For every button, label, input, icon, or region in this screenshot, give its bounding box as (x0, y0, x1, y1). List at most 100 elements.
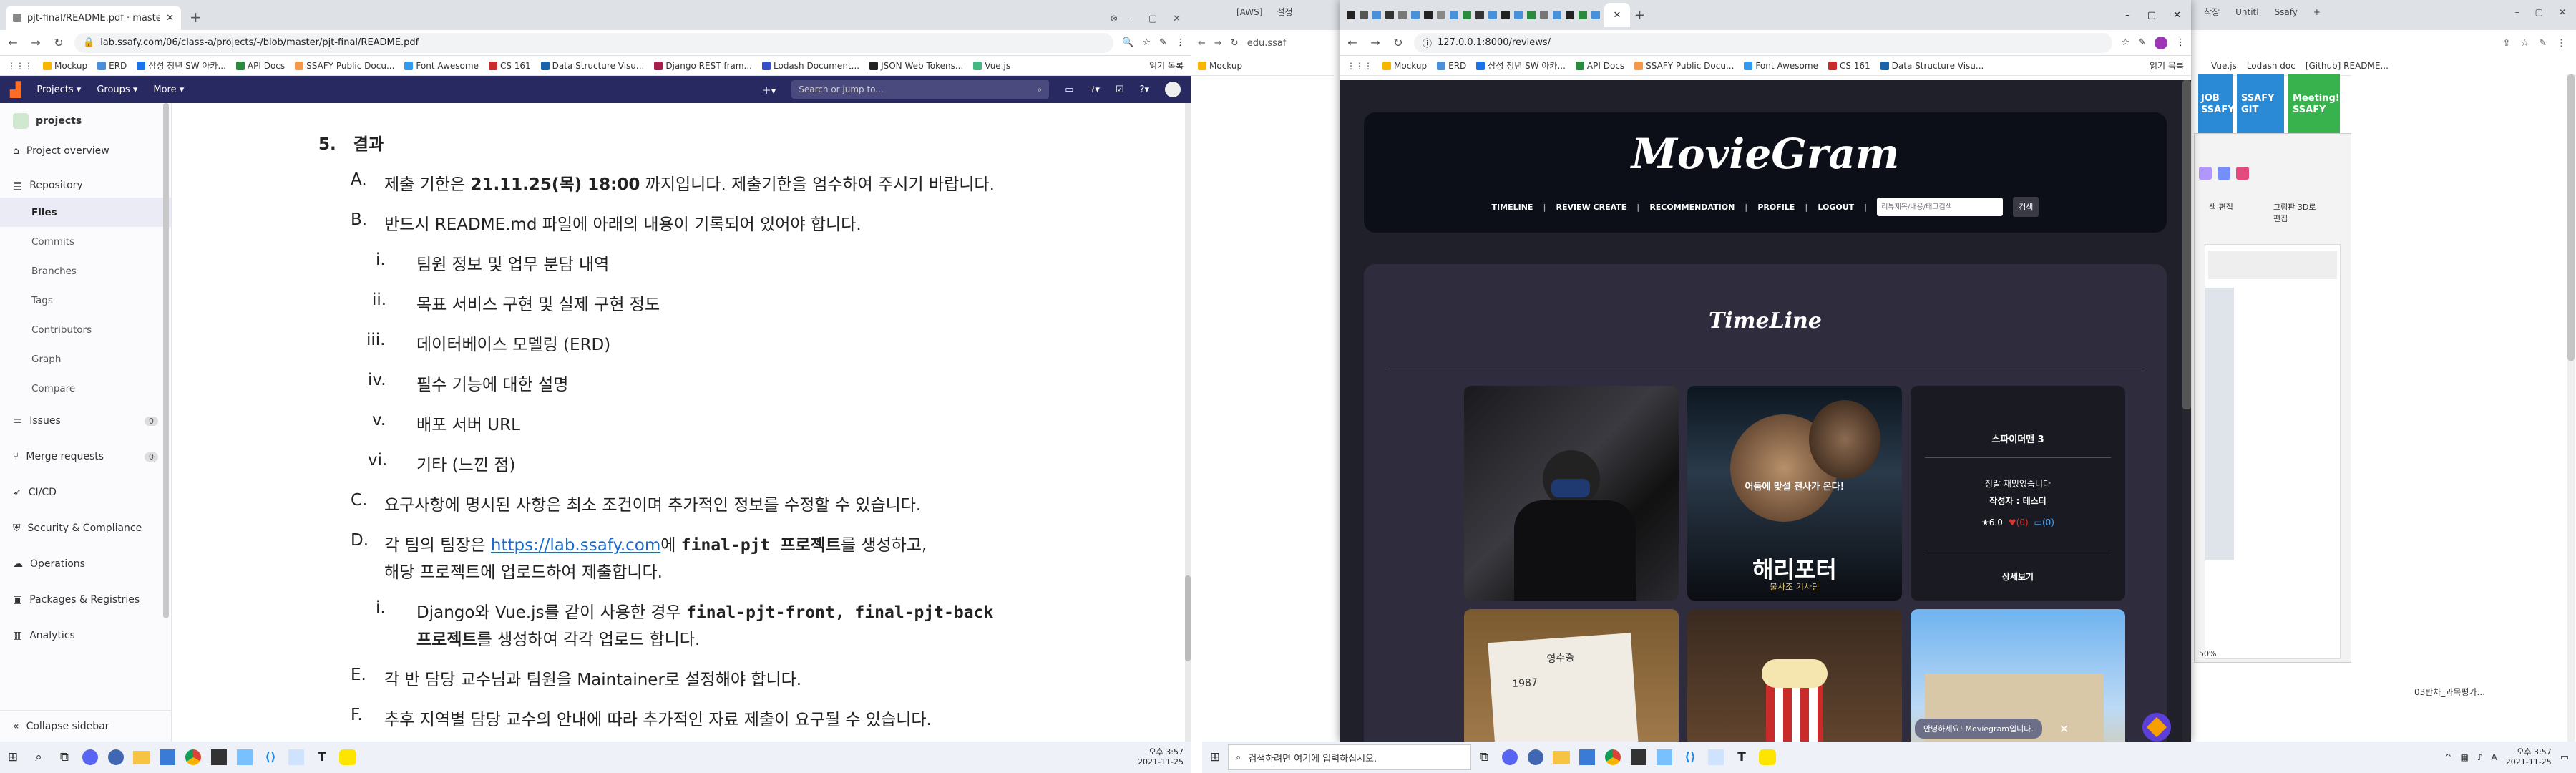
close-window-icon[interactable]: ✕ (1173, 14, 1181, 24)
new-tab-button[interactable]: + (1634, 8, 1645, 23)
reading-list[interactable]: 읽기 목록 (2150, 59, 2184, 72)
kakaotalk-icon[interactable] (335, 744, 361, 770)
search-icon[interactable]: ⌕ (26, 744, 52, 770)
color-swatch[interactable] (2218, 167, 2230, 180)
back-address[interactable]: edu.ssaf (1247, 38, 1287, 49)
project-header[interactable]: projects (0, 103, 171, 139)
address-bar[interactable]: 🔒 lab.ssafy.com/06/class-a/projects/-/bl… (74, 32, 1114, 53)
tab-favicon[interactable] (1437, 11, 1445, 19)
chrome-icon[interactable] (180, 744, 206, 770)
typora-icon[interactable]: T (1729, 744, 1755, 770)
tab-favicon[interactable] (1566, 11, 1574, 19)
profile-icon[interactable] (2155, 36, 2167, 49)
windows-start-icon[interactable]: ⊞ (1202, 744, 1228, 770)
nav-timeline[interactable]: TIMELINE (1492, 203, 1533, 212)
folder-icon[interactable] (1548, 744, 1574, 770)
extensions-icon[interactable]: ✎ (1159, 37, 1167, 48)
sidebar-scrollbar[interactable] (163, 103, 169, 618)
sidebar-item-merge-requests[interactable]: ⑂ Merge requests 0 (0, 439, 171, 475)
notification-icon[interactable]: ▭ (2560, 752, 2569, 763)
nav-projects[interactable]: Projects ▾ (36, 84, 81, 95)
review-card-photo[interactable] (1464, 386, 1679, 601)
bookmark-item[interactable]: Font Awesome (404, 61, 479, 71)
bookmark-item[interactable]: Mockup (43, 61, 87, 71)
apps-icon[interactable]: ⋮⋮⋮ (7, 61, 33, 71)
photo-icon[interactable] (1574, 744, 1600, 770)
bookmark-item[interactable]: ERD (97, 61, 127, 71)
tab-favicon[interactable] (1385, 11, 1394, 19)
gitlab-logo-icon[interactable]: ▟ (10, 81, 21, 98)
sidebar-subitem-graph[interactable]: Graph (0, 344, 171, 374)
typora-icon[interactable]: T (309, 744, 335, 770)
back-tab[interactable]: [AWS] (1236, 7, 1262, 17)
tab[interactable]: Untitl (2235, 7, 2258, 17)
chat-widget-icon[interactable] (2142, 713, 2171, 742)
reload-icon[interactable]: ↻ (1391, 36, 1405, 49)
sidebar-item-issues[interactable]: ▭ Issues 0 (0, 403, 171, 439)
bookmark-item[interactable]: Mockup (1382, 61, 1427, 71)
zoom-icon[interactable]: 🔍 (1122, 37, 1133, 48)
share-icon[interactable]: ⇪ (2503, 38, 2511, 49)
back-icon[interactable]: ← (6, 36, 20, 49)
reading-list[interactable]: 읽기 목록 (1149, 59, 1184, 72)
network-icon[interactable]: ▦ (2461, 752, 2469, 762)
bookmark-star-icon[interactable]: ☆ (2121, 37, 2129, 48)
extensions-icon[interactable]: ✎ (2539, 38, 2547, 49)
maximize-icon[interactable]: ▢ (1148, 14, 1157, 24)
avatar[interactable] (1165, 82, 1181, 97)
tab[interactable]: Ssafy (2275, 7, 2298, 17)
chrome-icon[interactable] (1600, 744, 1626, 770)
bookmark-item[interactable]: Data Structure Visu... (540, 61, 644, 71)
brand-logo[interactable]: MovieGram (1364, 130, 2167, 178)
close-window-icon[interactable]: ✕ (2173, 10, 2181, 21)
folder-icon[interactable] (129, 744, 155, 770)
forward-icon[interactable]: → (1214, 38, 1222, 49)
detail-button[interactable]: 상세보기 (1911, 570, 2125, 583)
extensions-icon[interactable]: ✎ (2138, 37, 2146, 48)
nav-profile[interactable]: PROFILE (1757, 203, 1795, 212)
tab-favicon[interactable] (1398, 11, 1407, 19)
tab-favicon[interactable] (1514, 11, 1523, 19)
sidebar-item-repository[interactable]: ▤ Repository (0, 173, 171, 198)
ime-icon[interactable]: A (2492, 752, 2497, 762)
bookmark-item[interactable]: Mockup (1198, 61, 1242, 71)
tab-favicon[interactable] (1411, 11, 1420, 19)
back-tab[interactable]: 설정 (1277, 6, 1292, 18)
bookmark-item[interactable]: Vue.js (973, 61, 1010, 71)
tab-search-icon[interactable]: ⊗ (1110, 14, 1118, 30)
taskbar-search-box[interactable]: ⌕ 검색하려면 여기에 입력하십시오. (1228, 744, 1471, 770)
todo-icon[interactable]: ☑ (1116, 84, 1124, 95)
likes[interactable]: ♥(0) (2009, 517, 2029, 528)
maximize-icon[interactable]: ▢ (2147, 10, 2156, 21)
gitlab-search-input[interactable]: Search or jump to... ⌕ (791, 80, 1050, 99)
discord-icon[interactable] (77, 744, 103, 770)
minimize-icon[interactable]: – (2515, 7, 2519, 17)
sidebar-item-project-overview[interactable]: ⌂ Project overview (0, 139, 171, 163)
nav-recommendation[interactable]: RECOMMENDATION (1649, 203, 1735, 212)
paint-3d-edit[interactable]: 그림판 3D로 편집 (2273, 201, 2316, 224)
new-tab-button[interactable]: + (2313, 7, 2321, 17)
forward-icon[interactable]: → (29, 36, 43, 49)
sidebar-item-packages[interactable]: ▣ Packages & Registries (0, 582, 171, 618)
bookmark-item[interactable]: CS 161 (488, 61, 531, 71)
color-swatch[interactable] (2236, 167, 2249, 180)
sidebar-subitem-branches[interactable]: Branches (0, 256, 171, 286)
sidebar-subitem-files[interactable]: Files (0, 198, 171, 227)
back-icon[interactable]: ← (1198, 38, 1206, 49)
volume-icon[interactable]: ♪ (2477, 752, 2483, 762)
terminal-icon[interactable] (1626, 744, 1652, 770)
tab-favicon[interactable] (1360, 11, 1368, 19)
bookmark-item[interactable]: Data Structure Visu... (1880, 61, 1984, 71)
sidebar-subitem-compare[interactable]: Compare (0, 374, 171, 403)
bookmark-star-icon[interactable]: ☆ (1142, 37, 1151, 48)
minimize-icon[interactable]: – (2125, 10, 2130, 21)
tab-favicon[interactable] (1488, 11, 1497, 19)
menu-icon[interactable]: ⋮ (2557, 38, 2566, 49)
maximize-icon[interactable]: ▢ (2535, 7, 2543, 17)
menu-icon[interactable]: ⋮ (2176, 37, 2185, 48)
forward-icon[interactable]: → (1368, 36, 1382, 49)
close-icon[interactable]: ✕ (166, 13, 174, 24)
review-card-receipt[interactable]: 영수증 1987 (1464, 609, 1679, 742)
document-scrollbar[interactable] (1185, 103, 1191, 742)
nav-review-create[interactable]: REVIEW CREATE (1556, 203, 1626, 212)
